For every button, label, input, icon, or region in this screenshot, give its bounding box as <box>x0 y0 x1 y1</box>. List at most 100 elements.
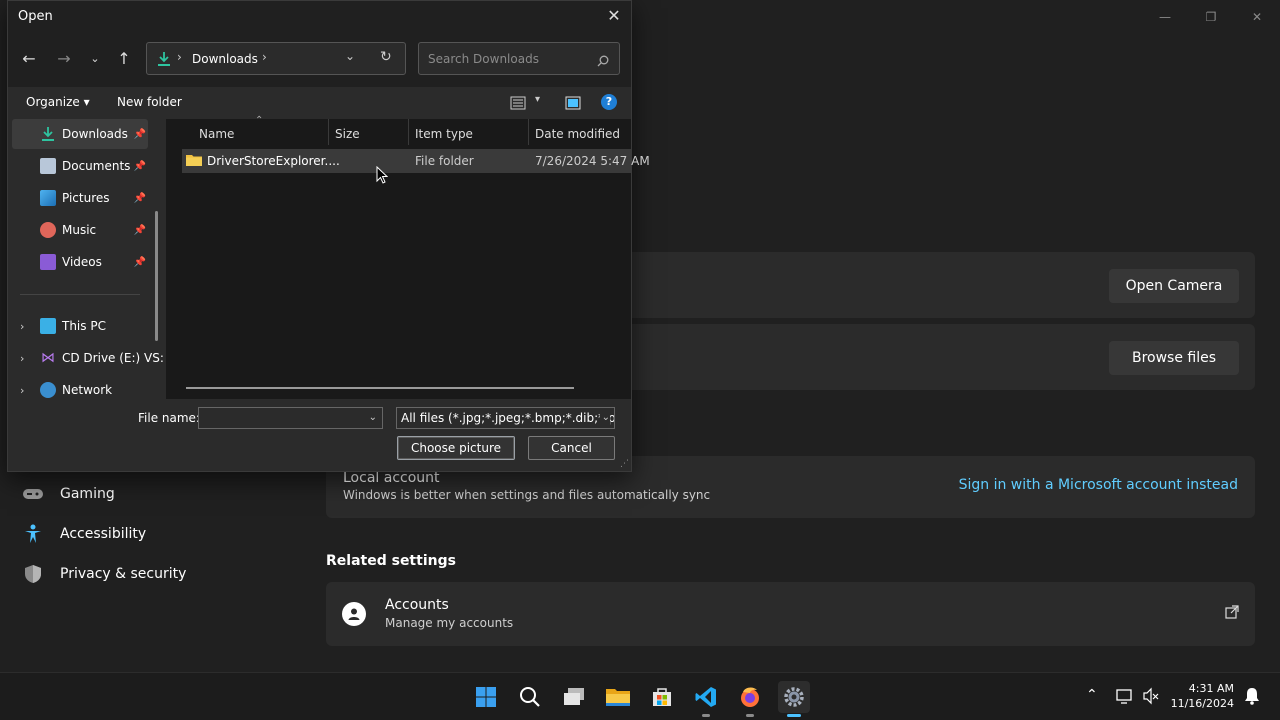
search-input[interactable]: Search Downloads <box>418 42 620 75</box>
forward-button[interactable]: → <box>52 45 76 73</box>
expand-chevron-icon[interactable]: › <box>20 384 24 397</box>
search-placeholder: Search Downloads <box>428 52 539 66</box>
nav-item-privacy-security[interactable]: Privacy & security <box>22 559 186 589</box>
view-details-icon[interactable] <box>510 95 526 110</box>
network-icon <box>40 382 56 398</box>
person-icon <box>342 602 366 626</box>
sidebar-item-network[interactable]: › Network <box>12 375 148 399</box>
nav-item-accessibility[interactable]: Accessibility <box>22 519 146 549</box>
sidebar-item-this-pc[interactable]: › This PC <box>12 311 148 341</box>
file-explorer-icon[interactable] <box>602 681 634 713</box>
search-icon[interactable] <box>597 52 609 67</box>
column-header-item-type[interactable]: Item type <box>415 123 473 145</box>
address-dropdown-icon[interactable]: ⌄ <box>345 49 355 63</box>
choose-picture-button[interactable]: Choose picture <box>397 436 515 460</box>
column-separator[interactable] <box>408 119 409 145</box>
preview-pane-icon[interactable] <box>565 95 581 110</box>
column-header-date-modified[interactable]: Date modified <box>535 123 620 145</box>
column-separator[interactable] <box>528 119 529 145</box>
volume-muted-icon[interactable] <box>1142 687 1160 705</box>
sidebar-item-cd-drive[interactable]: › ⋈ CD Drive (E:) VS: <box>12 343 166 373</box>
open-dialog: Open ✕ ← → ⌄ ↑ › Downloads › ⌄ ↻ Search … <box>7 0 650 472</box>
column-separator[interactable] <box>328 119 329 145</box>
sidebar-item-music[interactable]: Music 📌 <box>12 215 148 245</box>
expand-chevron-icon[interactable]: › <box>20 320 24 333</box>
cd-drive-icon: ⋈ <box>41 350 55 366</box>
browse-files-button[interactable]: Browse files <box>1109 341 1239 375</box>
nav-item-gaming[interactable]: Gaming <box>22 479 115 509</box>
network-status-icon[interactable] <box>1116 687 1134 705</box>
videos-icon <box>40 254 56 270</box>
show-hidden-icons-chevron-icon[interactable]: ⌃ <box>1086 687 1098 703</box>
breadcrumb-downloads[interactable]: Downloads <box>192 52 258 66</box>
help-icon[interactable]: ? <box>601 94 617 110</box>
file-name-dropdown-icon[interactable]: ⌄ <box>369 408 377 428</box>
sidebar-item-label: CD Drive (E:) VS: <box>62 351 164 365</box>
pin-icon: 📌 <box>133 192 146 204</box>
store-icon[interactable] <box>646 681 678 713</box>
breadcrumb-separator-icon: › <box>177 50 182 64</box>
new-folder-button[interactable]: New folder <box>117 95 182 109</box>
pin-icon: 📌 <box>133 256 146 268</box>
filter-dropdown-icon[interactable]: ⌄ <box>599 408 610 428</box>
start-icon[interactable] <box>470 681 502 713</box>
cancel-button[interactable]: Cancel <box>528 436 615 460</box>
task-view-icon[interactable] <box>558 681 590 713</box>
running-indicator <box>746 714 754 717</box>
close-window-button[interactable]: ✕ <box>1247 8 1267 26</box>
firefox-icon[interactable] <box>734 681 766 717</box>
sidebar-item-label: Pictures <box>62 191 110 205</box>
up-button[interactable]: ↑ <box>112 45 136 73</box>
expand-chevron-icon[interactable]: › <box>20 352 24 365</box>
table-row[interactable]: DriverStoreExplorer.... File folder 7/26… <box>182 149 650 173</box>
sign-in-link[interactable]: Sign in with a Microsoft account instead <box>959 477 1238 493</box>
view-dropdown-icon[interactable]: ▾ <box>535 94 540 105</box>
accounts-card[interactable]: Accounts Manage my accounts <box>326 582 1255 646</box>
organize-button[interactable]: Organize ▾ <box>26 95 90 109</box>
open-camera-button[interactable]: Open Camera <box>1109 269 1239 303</box>
sidebar-item-label: Music <box>62 223 97 237</box>
column-header-name[interactable]: Name <box>199 123 234 145</box>
minimize-button[interactable]: — <box>1155 8 1175 26</box>
back-button[interactable]: ← <box>17 45 41 73</box>
account-title: Local account <box>343 470 440 486</box>
settings-icon[interactable] <box>778 681 810 717</box>
file-name-label: File name: <box>138 411 200 425</box>
sidebar-item-pictures[interactable]: Pictures 📌 <box>12 183 148 213</box>
sidebar-item-downloads[interactable]: Downloads 📌 <box>12 119 148 149</box>
maximize-button[interactable]: ❐ <box>1201 8 1221 26</box>
navigation-pane: Downloads 📌 Documents 📌 Pictures 📌 Music… <box>8 119 166 399</box>
horizontal-scrollbar[interactable] <box>186 387 574 389</box>
sidebar-item-videos[interactable]: Videos 📌 <box>12 247 148 277</box>
shield-icon <box>22 565 44 583</box>
file-name-cell: DriverStoreExplorer.... <box>207 154 340 168</box>
vscode-icon[interactable] <box>690 681 722 717</box>
external-link-icon[interactable] <box>1225 604 1239 619</box>
command-bar: Organize ▾ New folder ▾ ? <box>8 87 631 119</box>
refresh-icon[interactable]: ↻ <box>380 49 392 65</box>
accounts-subtitle: Manage my accounts <box>385 616 514 630</box>
taskbar: ⌃ 4:31 AM 11/16/2024 <box>0 672 1280 720</box>
downloads-icon <box>40 126 56 142</box>
clock[interactable]: 4:31 AM 11/16/2024 <box>1170 681 1234 711</box>
resize-grip-icon[interactable]: ⋰ <box>620 459 629 469</box>
accessibility-icon <box>22 524 44 543</box>
sidebar-item-label: Network <box>62 383 113 397</box>
sidebar-divider <box>20 294 140 295</box>
address-bar[interactable]: › Downloads › ⌄ ↻ <box>146 42 406 75</box>
pc-icon <box>40 318 56 334</box>
file-type-filter-select[interactable]: All files (*.jpg;*.jpeg;*.bmp;*.dib;*.pn… <box>396 407 615 429</box>
recent-locations-button[interactable]: ⌄ <box>83 45 107 73</box>
sidebar-scrollbar[interactable] <box>155 211 158 341</box>
running-indicator <box>702 714 710 717</box>
file-name-input[interactable]: ⌄ <box>198 407 383 429</box>
nav-label: Accessibility <box>60 526 147 542</box>
column-header-size[interactable]: Size <box>335 123 360 145</box>
nav-label: Gaming <box>60 486 115 502</box>
search-icon[interactable] <box>514 681 546 713</box>
sidebar-item-documents[interactable]: Documents 📌 <box>12 151 148 181</box>
notification-bell-icon[interactable] <box>1244 687 1260 705</box>
file-type-filter-value: All files (*.jpg;*.jpeg;*.bmp;*.dib;*.pn… <box>401 411 615 425</box>
breadcrumb-chevron-icon[interactable]: › <box>262 50 267 64</box>
dialog-close-button[interactable]: ✕ <box>603 5 625 27</box>
